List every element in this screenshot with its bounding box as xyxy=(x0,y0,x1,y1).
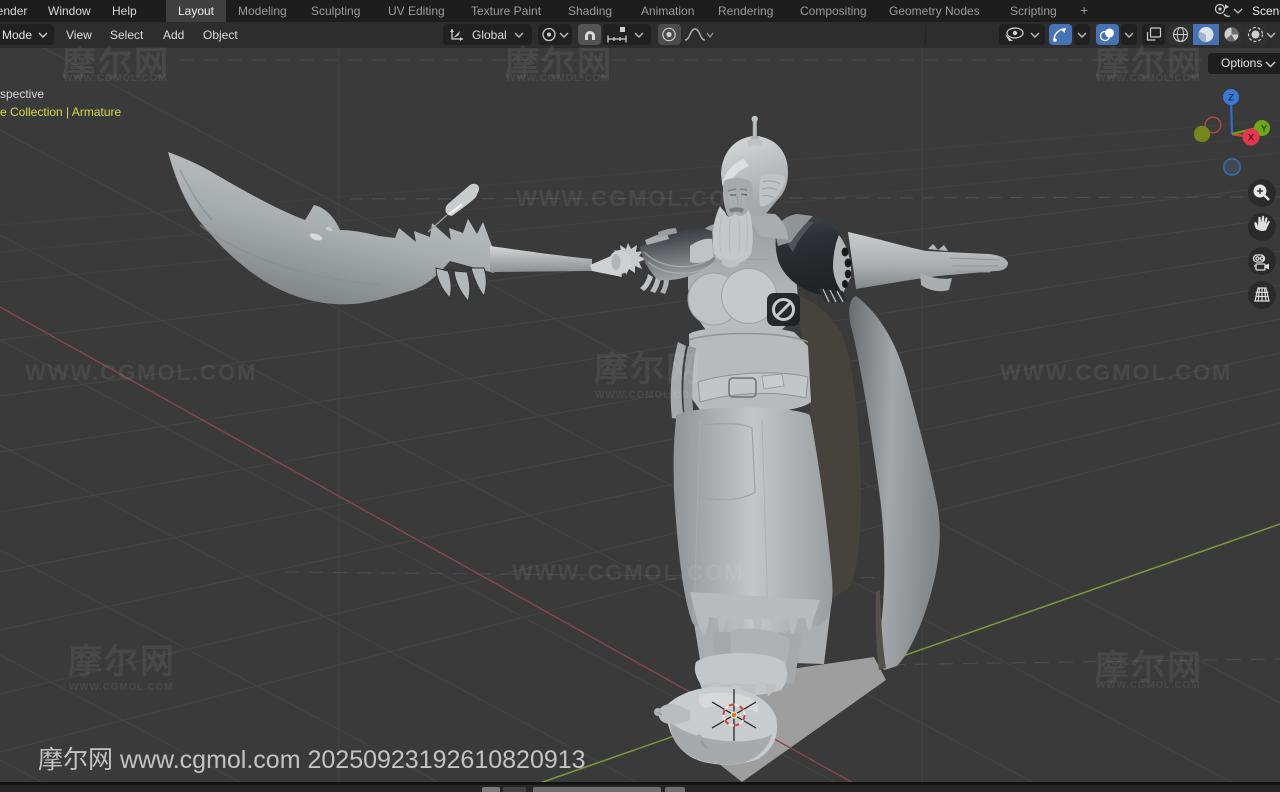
svg-text:Y: Y xyxy=(1261,124,1268,135)
svg-text:X: X xyxy=(1248,133,1255,144)
svg-text:Z: Z xyxy=(1228,93,1234,104)
